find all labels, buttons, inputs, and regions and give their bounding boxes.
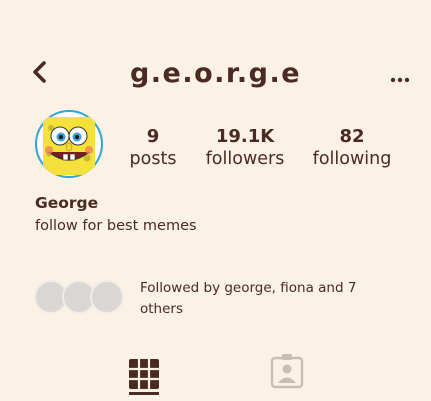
more-horizontal-icon (390, 77, 410, 83)
spongebob-avatar (35, 110, 103, 178)
avatar[interactable] (35, 110, 103, 178)
display-name: George (35, 194, 99, 212)
mutual-avatar (90, 280, 124, 314)
following-label: following (312, 149, 392, 169)
followers-stat[interactable]: 19.1K followers (198, 127, 292, 171)
following-count: 82 (339, 126, 365, 147)
followers-label: followers (205, 149, 285, 169)
posts-count: 9 (146, 126, 160, 147)
tab-tagged[interactable] (268, 352, 306, 392)
following-stat[interactable]: 82 following (310, 127, 394, 171)
mutual-followers-avatars[interactable] (34, 280, 126, 314)
grid-icon (129, 359, 159, 395)
bio-text: follow for best memes (35, 218, 197, 234)
profile-username: g.e.o.r.g.e (129, 58, 302, 89)
followers-count: 19.1K (215, 126, 275, 147)
tagged-person-icon (270, 354, 304, 389)
posts-stat[interactable]: 9 posts (122, 127, 184, 171)
more-options-button[interactable] (388, 70, 414, 84)
tab-posts-grid[interactable] (127, 357, 161, 397)
followed-by-text[interactable]: Followed by george, fiona and 7 others (140, 278, 380, 320)
posts-label: posts (129, 149, 177, 169)
